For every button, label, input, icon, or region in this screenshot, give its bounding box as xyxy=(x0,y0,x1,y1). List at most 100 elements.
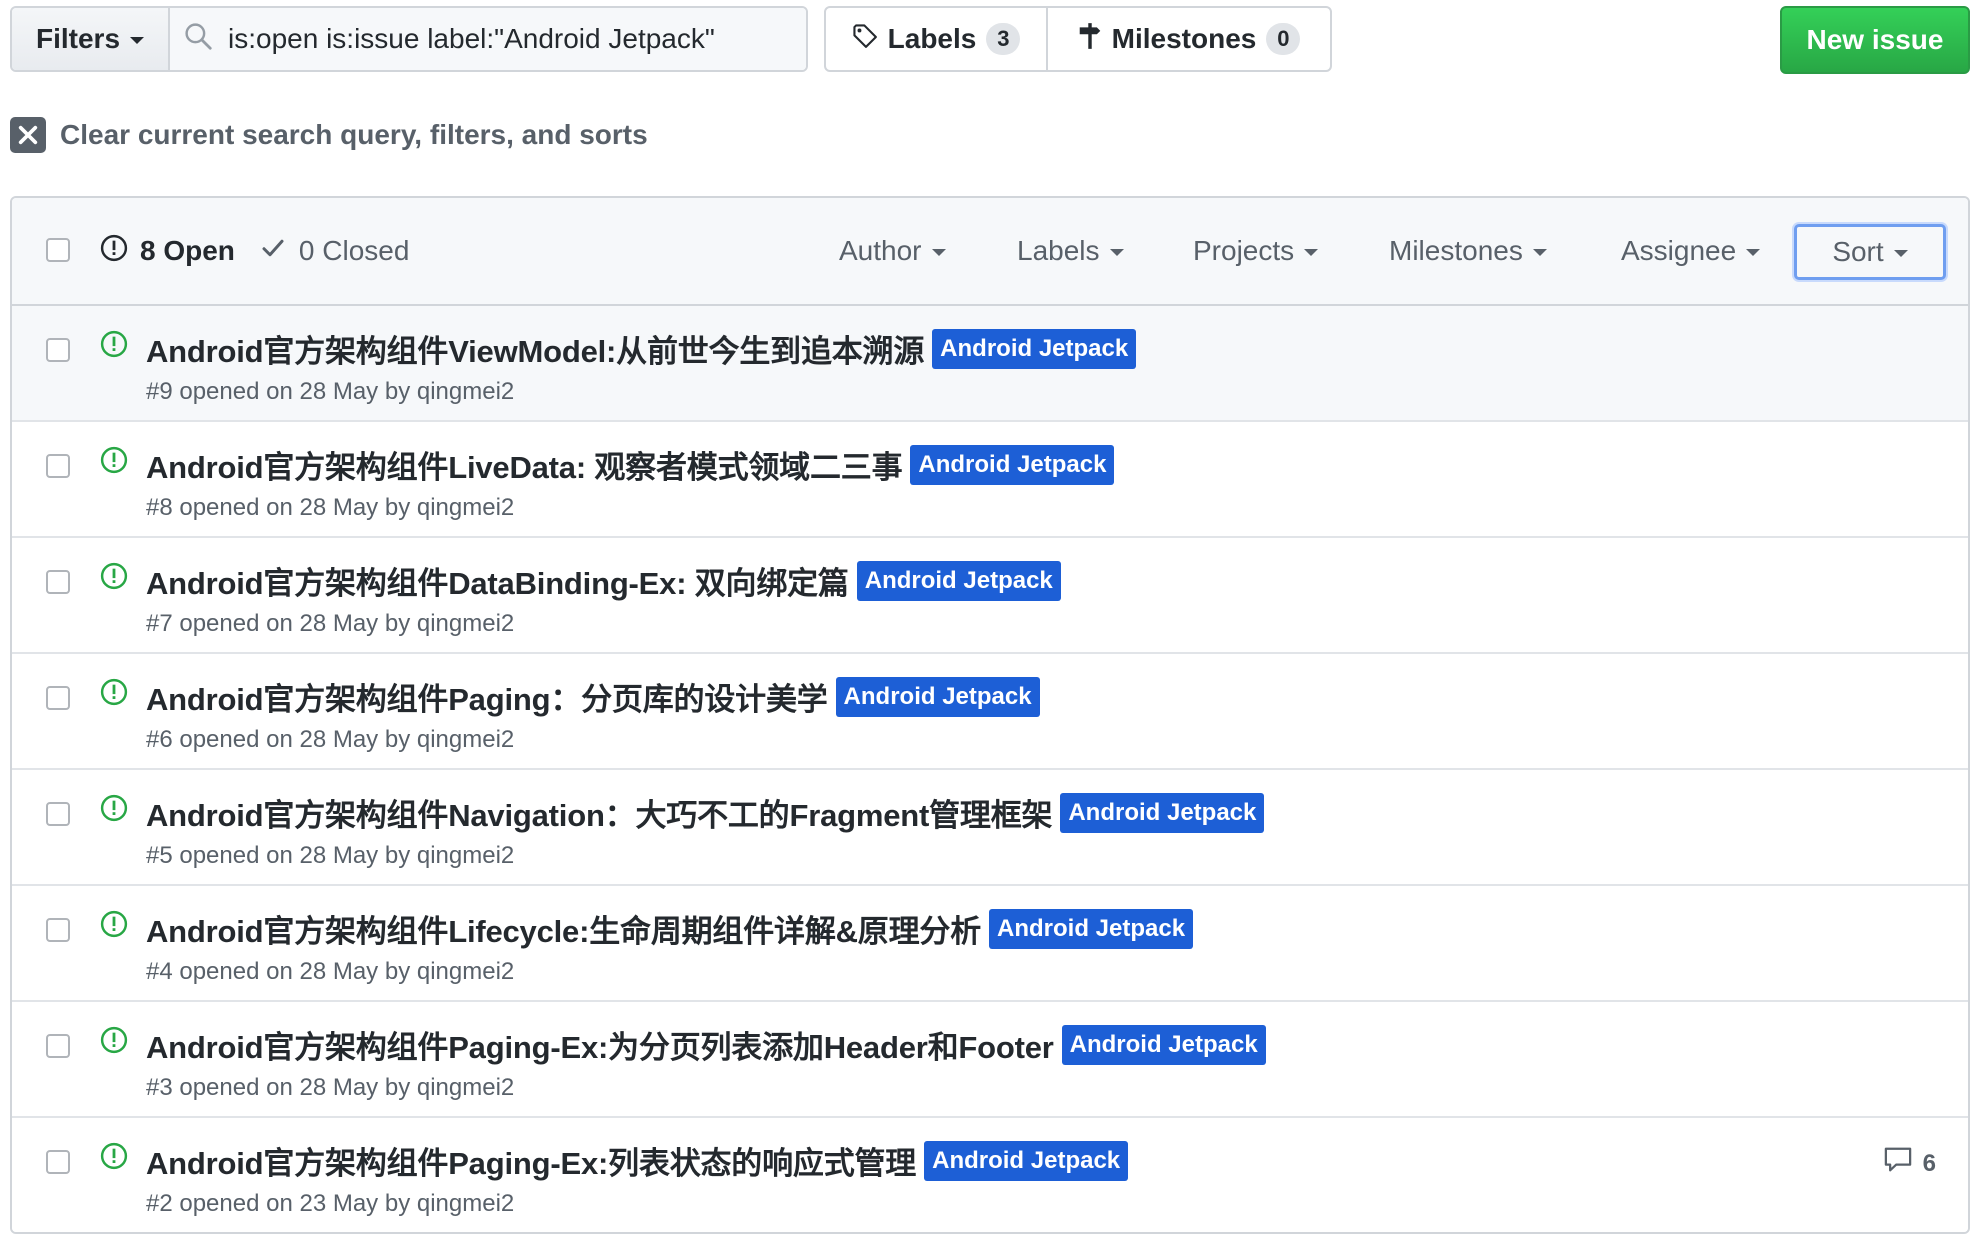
milestones-filter-label: Milestones xyxy=(1389,235,1523,266)
issue-title-line: Android官方架构组件Paging-Ex:列表状态的响应式管理 Androi… xyxy=(146,1138,1129,1183)
issue-title-line: Android官方架构组件DataBinding-Ex: 双向绑定篇 Andro… xyxy=(146,558,1061,603)
closed-issues-link[interactable]: 0 Closed xyxy=(261,235,410,267)
issue-opened-icon xyxy=(100,910,128,943)
issue-label-badge[interactable]: Android Jetpack xyxy=(989,908,1194,949)
chevron-down-icon xyxy=(1532,248,1547,256)
labels-filter-label: Labels xyxy=(1017,235,1100,266)
issue-title-line: Android官方架构组件Navigation：大巧不工的Fragment管理框… xyxy=(146,790,1265,835)
issue-row: Android官方架构组件Lifecycle:生命周期组件详解&原理分析 And… xyxy=(12,886,1968,1002)
search-field[interactable] xyxy=(170,8,806,70)
author-filter-dropdown[interactable]: Author xyxy=(839,198,946,304)
comments-count: 6 xyxy=(1922,1149,1936,1177)
chevron-down-icon xyxy=(1893,249,1908,257)
issue-row: Android官方架构组件DataBinding-Ex: 双向绑定篇 Andro… xyxy=(12,538,1968,654)
issue-label-badge[interactable]: Android Jetpack xyxy=(910,444,1115,485)
issue-opened-icon xyxy=(100,330,128,363)
search-input[interactable] xyxy=(228,23,788,55)
issue-row: Android官方架构组件Paging：分页库的设计美学 Android Jet… xyxy=(12,654,1968,770)
issue-title-link[interactable]: Android官方架构组件DataBinding-Ex: 双向绑定篇 xyxy=(146,558,849,603)
issue-checkbox[interactable] xyxy=(46,1150,70,1174)
labels-link[interactable]: Labels 3 xyxy=(826,8,1048,70)
milestones-link[interactable]: Milestones 0 xyxy=(1048,8,1330,70)
issue-title-link[interactable]: Android官方架构组件LiveData: 观察者模式领域二三事 xyxy=(146,442,903,487)
issue-checkbox[interactable] xyxy=(46,338,70,362)
chevron-down-icon xyxy=(931,248,946,256)
issue-checkbox[interactable] xyxy=(46,918,70,942)
issue-meta: #9 opened on 28 May by qingmei2 xyxy=(146,378,515,405)
tag-icon xyxy=(852,23,878,56)
close-icon xyxy=(10,117,46,153)
issue-title-link[interactable]: Android官方架构组件Paging：分页库的设计美学 xyxy=(146,674,828,719)
labels-filter-dropdown[interactable]: Labels xyxy=(1017,198,1124,304)
labels-link-text: Labels xyxy=(887,23,977,54)
issues-list-box: 8 Open 0 Closed Author Labels Projects M… xyxy=(10,196,1970,1234)
chevron-down-icon xyxy=(1746,248,1761,256)
assignee-filter-label: Assignee xyxy=(1621,235,1737,266)
issue-title-link[interactable]: Android官方架构组件Lifecycle:生命周期组件详解&原理分析 xyxy=(146,906,981,951)
issue-title-line: Android官方架构组件Lifecycle:生命周期组件详解&原理分析 And… xyxy=(146,906,1194,951)
milestone-icon xyxy=(1078,22,1102,57)
issue-meta: #4 opened on 28 May by qingmei2 xyxy=(146,958,515,985)
comments-link[interactable]: 6 xyxy=(1883,1146,1936,1181)
sort-dropdown[interactable]: Sort xyxy=(1794,224,1946,280)
issue-label-badge[interactable]: Android Jetpack xyxy=(932,328,1137,369)
projects-filter-dropdown[interactable]: Projects xyxy=(1193,198,1319,304)
assignee-filter-dropdown[interactable]: Assignee xyxy=(1621,198,1761,304)
open-issues-link[interactable]: 8 Open xyxy=(100,234,235,269)
issue-checkbox[interactable] xyxy=(46,686,70,710)
sort-label: Sort xyxy=(1832,236,1884,267)
issue-checkbox[interactable] xyxy=(46,802,70,826)
issue-opened-icon xyxy=(100,1142,128,1175)
new-issue-button[interactable]: New issue xyxy=(1780,6,1970,74)
issue-label-badge[interactable]: Android Jetpack xyxy=(924,1140,1129,1181)
closed-issues-count: 0 Closed xyxy=(298,235,410,266)
issue-checkbox[interactable] xyxy=(46,454,70,478)
check-icon xyxy=(261,235,285,267)
issue-row: Android官方架构组件Paging-Ex:为分页列表添加Header和Foo… xyxy=(12,1002,1968,1118)
projects-filter-label: Projects xyxy=(1193,235,1295,266)
issue-label-badge[interactable]: Android Jetpack xyxy=(835,676,1040,717)
issue-meta: #6 opened on 28 May by qingmei2 xyxy=(146,726,515,753)
issue-checkbox[interactable] xyxy=(46,570,70,594)
comment-icon xyxy=(1883,1146,1913,1181)
issue-title-line: Android官方架构组件LiveData: 观察者模式领域二三事 Androi… xyxy=(146,442,1115,487)
select-all-checkbox[interactable] xyxy=(46,238,70,262)
issue-opened-icon xyxy=(100,562,128,595)
milestones-filter-dropdown[interactable]: Milestones xyxy=(1389,198,1547,304)
labels-count-badge: 3 xyxy=(986,23,1021,55)
issue-meta: #3 opened on 28 May by qingmei2 xyxy=(146,1074,515,1101)
issue-meta: #2 opened on 23 May by qingmei2 xyxy=(146,1190,515,1217)
clear-filters-link[interactable]: Clear current search query, filters, and… xyxy=(10,116,648,154)
search-icon xyxy=(184,22,212,57)
issue-title-link[interactable]: Android官方架构组件Navigation：大巧不工的Fragment管理框… xyxy=(146,790,1053,835)
issue-opened-icon xyxy=(100,678,128,711)
issue-label-badge[interactable]: Android Jetpack xyxy=(1061,1024,1266,1065)
issue-label-badge[interactable]: Android Jetpack xyxy=(856,560,1061,601)
issue-opened-icon xyxy=(100,1026,128,1059)
issue-row: Android官方架构组件LiveData: 观察者模式领域二三事 Androi… xyxy=(12,422,1968,538)
issue-state-toggle: 8 Open 0 Closed xyxy=(100,198,409,304)
chevron-down-icon xyxy=(1109,248,1124,256)
issue-title-link[interactable]: Android官方架构组件Paging-Ex:列表状态的响应式管理 xyxy=(146,1138,916,1183)
issues-toolbar: Filters Labels 3 Milestones 0 New issue xyxy=(10,6,1970,74)
filter-search-group: Filters xyxy=(10,6,808,72)
chevron-down-icon xyxy=(130,36,145,44)
labels-milestones-nav: Labels 3 Milestones 0 xyxy=(824,6,1332,72)
open-issues-count: 8 Open xyxy=(140,235,235,266)
milestones-count-badge: 0 xyxy=(1266,23,1301,55)
issues-list-header: 8 Open 0 Closed Author Labels Projects M… xyxy=(12,198,1968,306)
filters-dropdown-button[interactable]: Filters xyxy=(12,8,170,70)
clear-filters-text: Clear current search query, filters, and… xyxy=(60,119,648,150)
issue-title-link[interactable]: Android官方架构组件ViewModel:从前世今生到追本溯源 xyxy=(146,326,924,371)
issue-checkbox[interactable] xyxy=(46,1034,70,1058)
issue-label-badge[interactable]: Android Jetpack xyxy=(1060,792,1265,833)
chevron-down-icon xyxy=(1304,248,1319,256)
issue-meta: #7 opened on 28 May by qingmei2 xyxy=(146,610,515,637)
issue-row: Android官方架构组件Paging-Ex:列表状态的响应式管理 Androi… xyxy=(12,1118,1968,1232)
issue-opened-icon xyxy=(100,794,128,827)
issue-row: Android官方架构组件ViewModel:从前世今生到追本溯源 Androi… xyxy=(12,306,1968,422)
issue-title-line: Android官方架构组件ViewModel:从前世今生到追本溯源 Androi… xyxy=(146,326,1137,371)
issue-meta: #5 opened on 28 May by qingmei2 xyxy=(146,842,515,869)
issue-title-link[interactable]: Android官方架构组件Paging-Ex:为分页列表添加Header和Foo… xyxy=(146,1022,1054,1067)
author-filter-label: Author xyxy=(839,235,922,266)
